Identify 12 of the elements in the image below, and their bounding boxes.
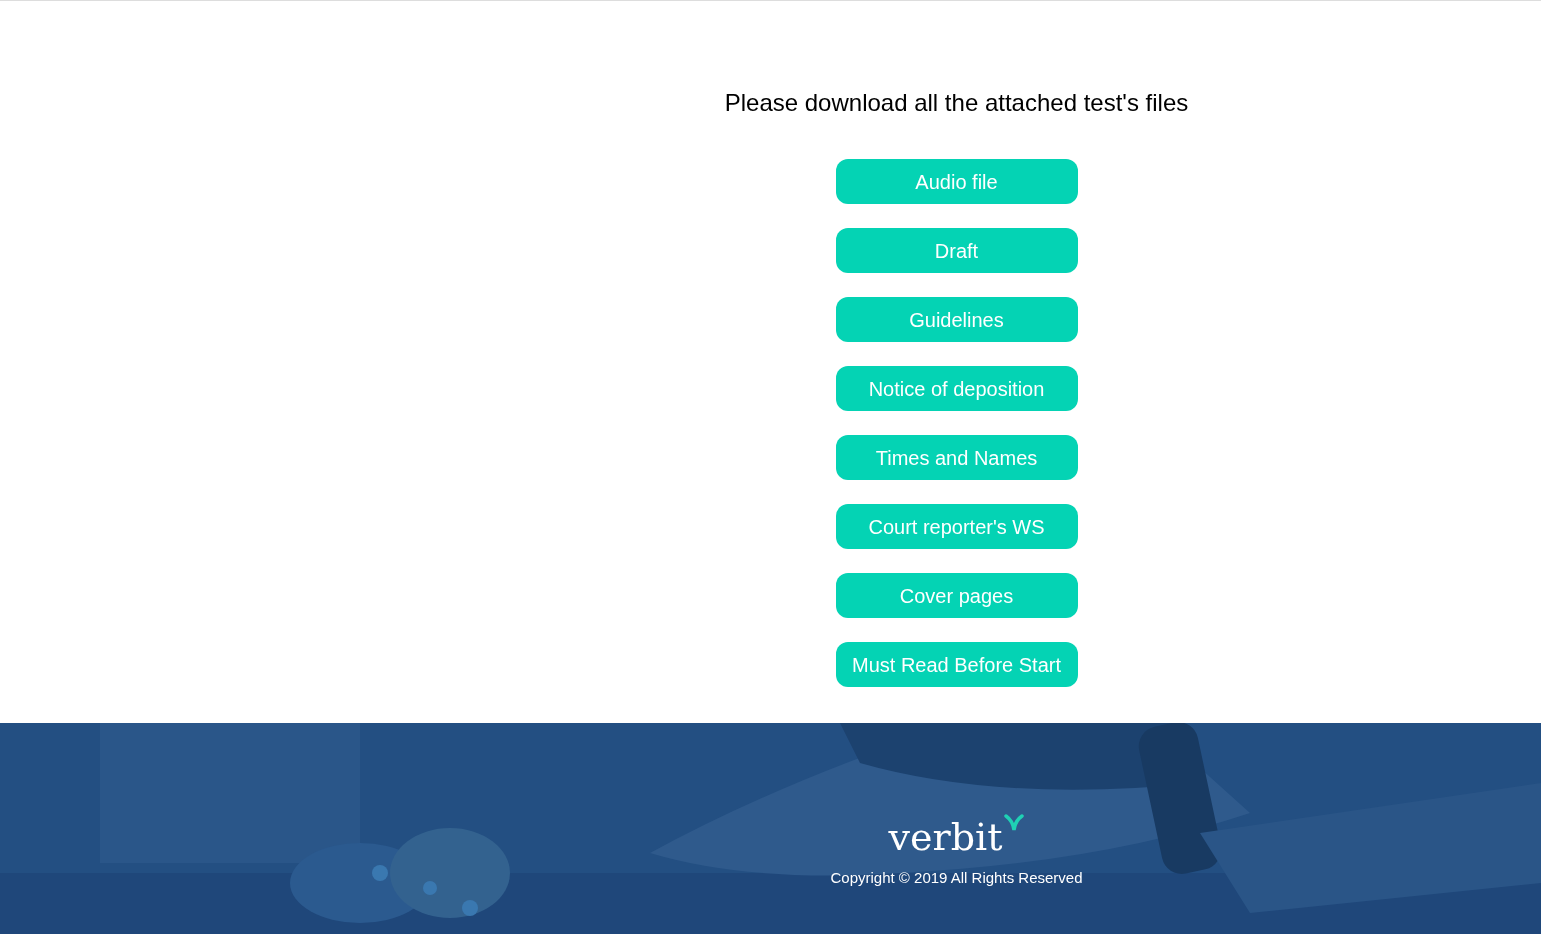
download-button[interactable]: Court reporter's WS <box>835 504 1078 549</box>
logo-text: verbit <box>888 817 1003 857</box>
copyright-text: Copyright © 2019 All Rights Reserved <box>830 868 1083 888</box>
download-button[interactable]: Notice of deposition <box>835 366 1078 411</box>
page-heading: Please download all the attached test's files <box>724 88 1189 118</box>
download-button[interactable]: Draft <box>835 228 1078 273</box>
logo-mark-icon <box>1004 814 1025 832</box>
download-button[interactable]: Audio file <box>835 159 1078 204</box>
download-button[interactable]: Cover pages <box>835 573 1078 618</box>
download-button[interactable]: Times and Names <box>835 435 1078 480</box>
download-button[interactable]: Must Read Before Start <box>835 642 1078 687</box>
download-button[interactable]: Guidelines <box>835 297 1078 342</box>
